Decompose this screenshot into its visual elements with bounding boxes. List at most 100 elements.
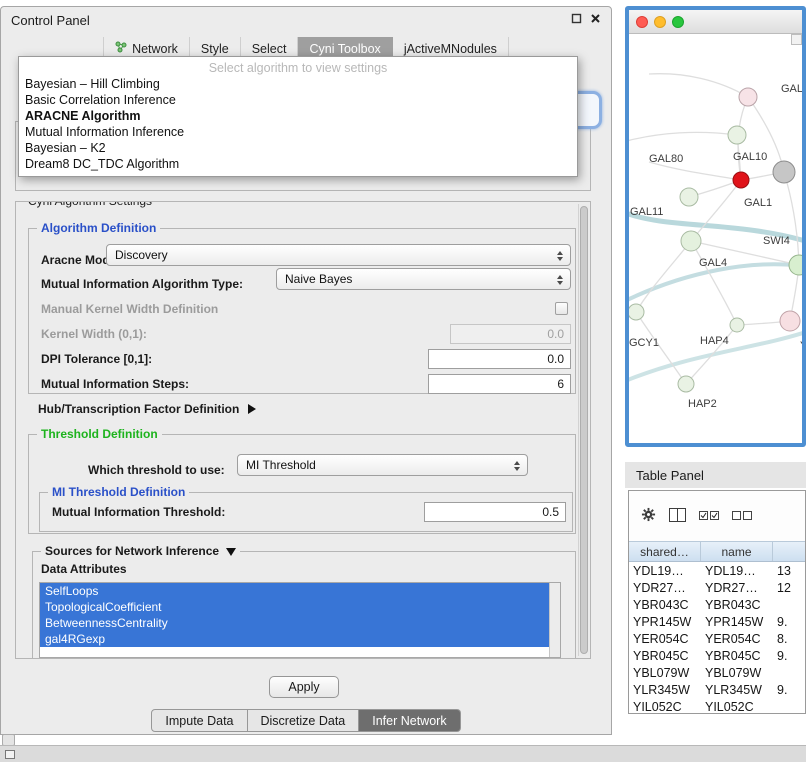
network-node[interactable] [733, 172, 749, 188]
tab-infer-network[interactable]: Infer Network [359, 709, 460, 732]
network-node[interactable] [728, 126, 746, 144]
algorithm-option[interactable]: ARACNE Algorithm [19, 108, 577, 124]
tab-discretize-data[interactable]: Discretize Data [248, 709, 360, 732]
attribute-item[interactable]: TopologicalCoefficient [40, 599, 560, 615]
mi-threshold-input[interactable]: 0.5 [424, 502, 566, 522]
network-node[interactable] [789, 255, 802, 275]
attribute-item[interactable]: gal4RGexp [40, 631, 560, 647]
close-traffic-light-icon[interactable] [636, 16, 648, 28]
dpi-tolerance-label: DPI Tolerance [0,1]: [41, 348, 152, 370]
algorithm-option[interactable]: Bayesian – K2 [19, 140, 577, 156]
expand-arrow-icon[interactable] [226, 548, 236, 556]
sources-title[interactable]: Sources for Network Inference [41, 544, 240, 558]
data-attributes-label: Data Attributes [41, 560, 127, 578]
collapse-arrow-icon[interactable] [248, 404, 256, 414]
threshold-definition-title: Threshold Definition [37, 427, 162, 441]
network-scrollbar[interactable] [791, 34, 802, 45]
table-row[interactable]: YDR27…YDR27…12 [629, 579, 805, 596]
table-row[interactable]: YBR043CYBR043C [629, 596, 805, 613]
network-edge[interactable] [649, 74, 748, 97]
hub-section-label: Hub/Transcription Factor Definition [38, 402, 239, 416]
table-row[interactable]: YBR045CYBR045C9. [629, 647, 805, 664]
hub-transcription-factor-section[interactable]: Hub/Transcription Factor Definition [38, 402, 256, 418]
chevron-updown-icon [553, 272, 566, 288]
mi-algorithm-type-value: Naive Bayes [285, 272, 352, 286]
deselect-all-checkboxes-icon[interactable] [732, 509, 752, 523]
select-all-checkboxes-icon[interactable] [699, 509, 719, 523]
network-node[interactable] [739, 88, 757, 106]
list-scrollbar[interactable] [549, 583, 560, 657]
column-header-name[interactable]: name [701, 542, 773, 561]
table-cell: YBR043C [629, 598, 701, 612]
algorithm-option[interactable]: Dream8 DC_TDC Algorithm [19, 156, 577, 172]
algorithm-option[interactable]: Mutual Information Inference [19, 124, 577, 140]
mi-threshold-value: 0.5 [542, 505, 559, 519]
aracne-mode-select[interactable]: Discovery [106, 244, 571, 266]
table-header-row: shared… name [629, 541, 805, 562]
tab-label: Select [252, 42, 287, 56]
threshold-definition-groupbox: Threshold Definition Which threshold to … [28, 434, 576, 534]
tab-label: Discretize Data [261, 714, 346, 728]
network-node[interactable] [780, 311, 800, 331]
manual-kernel-width-checkbox[interactable] [555, 302, 568, 315]
close-icon[interactable] [590, 13, 601, 27]
tab-impute-data[interactable]: Impute Data [151, 709, 247, 732]
network-node[interactable] [629, 304, 644, 320]
network-canvas[interactable]: GALGAL80GAL10GAL11GAL1SWI4GAL4GCY1HAP4YH… [629, 34, 802, 443]
table-row[interactable]: YDL19…YDL19…13 [629, 562, 805, 579]
node-label: GAL11 [630, 206, 663, 218]
sources-groupbox: Sources for Network Inference Data Attri… [32, 551, 576, 659]
node-label: HAP4 [700, 335, 729, 347]
settings-scrollbar[interactable] [578, 204, 589, 656]
network-edge[interactable] [691, 241, 737, 325]
mi-algorithm-type-select[interactable]: Naive Bayes [276, 268, 571, 290]
minimize-traffic-light-icon[interactable] [654, 16, 666, 28]
attribute-item[interactable]: SelfLoops [40, 583, 560, 599]
table-panel-title: Table Panel [636, 468, 704, 483]
attribute-item[interactable]: BetweennessCentrality [40, 615, 560, 631]
table-cell: YBR045C [701, 649, 773, 663]
table-row[interactable]: YIL052CYIL052C [629, 698, 805, 714]
data-attributes-list[interactable]: SelfLoopsTopologicalCoefficientBetweenne… [39, 582, 561, 658]
network-node[interactable] [680, 188, 698, 206]
table-row[interactable]: YLR345WYLR345W9. [629, 681, 805, 698]
mi-threshold-group-title: MI Threshold Definition [48, 485, 189, 499]
network-node[interactable] [678, 376, 694, 392]
mi-steps-input[interactable]: 6 [428, 374, 571, 394]
table-row[interactable]: YPR145WYPR145W9. [629, 613, 805, 630]
network-window-titlebar[interactable] [629, 10, 802, 34]
algorithm-option[interactable]: Basic Correlation Inference [19, 92, 577, 108]
settings-scrollbar-thumb[interactable] [580, 206, 588, 654]
table-row[interactable]: YBL079WYBL079W [629, 664, 805, 681]
network-node[interactable] [681, 231, 701, 251]
column-header-extra[interactable] [773, 542, 805, 561]
cyni-algorithm-settings-group: Cyni Algorithm Settings Algorithm Defini… [15, 201, 591, 659]
control-panel-titlebar[interactable]: Control Panel [1, 7, 611, 33]
algorithm-dropdown-popup: Select algorithm to view settings Bayesi… [18, 56, 578, 177]
network-node[interactable] [773, 161, 795, 183]
node-label: GCY1 [629, 337, 659, 349]
table-row[interactable]: YER054CYER054C8. [629, 630, 805, 647]
table-cell: YPR145W [629, 615, 701, 629]
network-edge[interactable] [784, 172, 799, 265]
columns-icon[interactable] [669, 508, 686, 525]
gear-icon[interactable] [641, 507, 656, 525]
table-cell: YER054C [629, 632, 701, 646]
algorithm-option[interactable]: Bayesian – Hill Climbing [19, 76, 577, 92]
which-threshold-select[interactable]: MI Threshold [237, 454, 528, 476]
apply-button[interactable]: Apply [269, 676, 339, 698]
zoom-traffic-light-icon[interactable] [672, 16, 684, 28]
restore-panel-icon[interactable] [5, 750, 15, 759]
column-header-shared-name[interactable]: shared… [629, 542, 701, 561]
network-edge[interactable] [629, 132, 737, 142]
tab-label: Infer Network [372, 714, 446, 728]
node-label: Y [800, 340, 802, 352]
network-node[interactable] [730, 318, 744, 332]
float-window-icon[interactable] [571, 13, 582, 27]
kernel-width-label: Kernel Width (0,1): [41, 323, 147, 345]
bottom-tab-bar: Impute Data Discretize Data Infer Networ… [1, 709, 611, 732]
table-cell: YBL079W [629, 666, 701, 680]
node-label: HAP2 [688, 398, 717, 410]
dpi-tolerance-input[interactable]: 0.0 [428, 349, 571, 369]
dropdown-placeholder: Select algorithm to view settings [19, 60, 577, 76]
